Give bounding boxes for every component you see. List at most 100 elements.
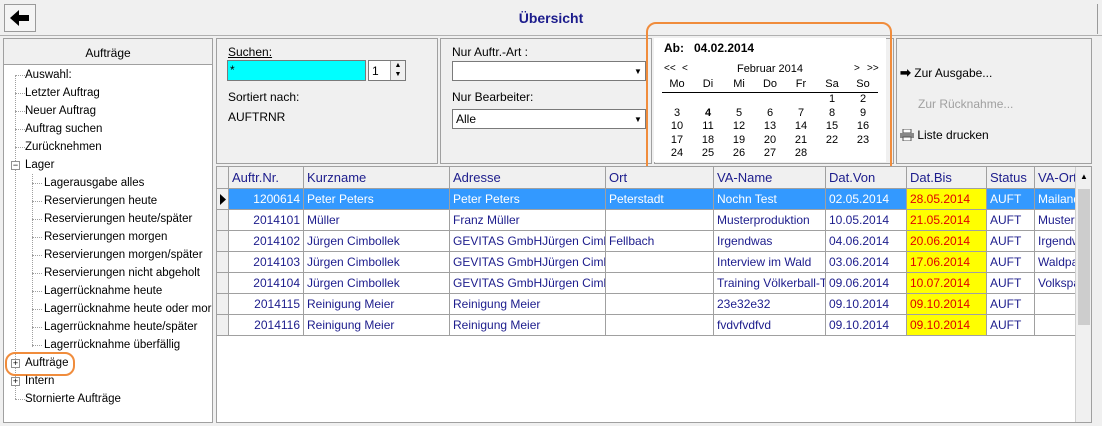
table-cell[interactable]: Musterproduktion [714,210,826,231]
tree-item-reservierungen-heute[interactable]: Reservierungen heute [44,192,157,210]
table-row[interactable]: 1200614 Peter Peters Peter Peters Peterstad… [217,189,1085,210]
table-row[interactable]: 2014101 Müller Franz Müller Musterproduktio… [217,210,1085,231]
table-cell[interactable]: 23e32e32 [714,294,826,315]
table-cell[interactable] [606,315,714,336]
expand-icon[interactable]: + [11,377,20,386]
tree-item-stornierte-auftraege[interactable]: Stornierte Aufträge [25,390,121,408]
table-cell[interactable]: Franz Müller [450,210,606,231]
table-row[interactable]: 2014115 Reinigung Meier Reinigung Meier 23e… [217,294,1085,315]
table-cell[interactable]: Peterstadt [606,189,714,210]
table-cell[interactable]: fvdvfvdfvd [714,315,826,336]
row-selector[interactable] [217,252,229,273]
liste-drucken-button[interactable]: Liste drucken [900,128,989,142]
dropdown-arrow-icon[interactable]: ▼ [631,62,645,80]
table-cell[interactable]: Training Völkerball-Team [714,273,826,294]
table-cell[interactable]: Jürgen Cimbollek [304,231,450,252]
table-cell[interactable]: Jürgen Cimbollek [304,273,450,294]
search-input[interactable]: * [227,60,366,81]
table-cell[interactable] [606,273,714,294]
table-cell[interactable]: 17.06.2014 [907,252,987,273]
tree-item-auftrag-suchen[interactable]: Auftrag suchen [25,120,102,138]
bearbeiter-filter-select[interactable]: Alle ▼ [452,109,646,129]
table-cell[interactable]: Irgendwas [714,231,826,252]
table-cell[interactable] [606,210,714,231]
table-cell[interactable] [606,294,714,315]
tree-item-auswahl[interactable]: Auswahl: [25,66,72,84]
column-header[interactable]: Auftr.Nr. [229,167,304,189]
column-header[interactable]: Dat.Bis [907,167,987,189]
table-cell[interactable]: Nochn Test [714,189,826,210]
tree-item-lagerruecknahme-heute-spaeter[interactable]: Lagerrücknahme heute/später [44,318,212,336]
table-cell[interactable]: Interview im Wald [714,252,826,273]
table-cell[interactable]: AUFT [987,315,1035,336]
spinner-arrows-icon[interactable]: ▲ ▼ [390,61,405,80]
table-cell[interactable]: AUFT [987,210,1035,231]
table-cell[interactable]: 09.10.2014 [907,294,987,315]
column-header[interactable]: Kurzname [304,167,450,189]
table-cell[interactable]: GEVITAS GmbHJürgen Cimbollek [450,273,606,294]
table-cell[interactable]: 09.10.2014 [826,294,907,315]
table-cell[interactable]: 2014101 [229,210,304,231]
table-row[interactable]: 2014116 Reinigung Meier Reinigung Meier fvd… [217,315,1085,336]
tree-item-lagerruecknahme-heute-morgen[interactable]: Lagerrücknahme heute oder morgen [44,300,212,318]
table-cell[interactable]: AUFT [987,231,1035,252]
tree-item-reservierungen-morgen[interactable]: Reservierungen morgen [44,228,167,246]
table-cell[interactable]: 2014102 [229,231,304,252]
table-cell[interactable]: 2014116 [229,315,304,336]
table-cell[interactable]: Fellbach [606,231,714,252]
column-header[interactable]: Ort [606,167,714,189]
table-cell[interactable]: Müller [304,210,450,231]
table-cell[interactable]: Peter Peters [450,189,606,210]
zur-ausgabe-button[interactable]: ➡ Zur Ausgabe... [900,65,992,81]
row-pointer-icon[interactable] [217,189,229,210]
table-cell[interactable]: Peter Peters [304,189,450,210]
page-spinner[interactable]: 1 ▲ ▼ [368,60,406,81]
tree-item-zuruecknehmen[interactable]: Zurücknehmen [25,138,102,156]
tree-item-lager[interactable]: Lager [25,156,54,174]
table-row[interactable]: 2014104 Jürgen Cimbollek GEVITAS GmbHJürge… [217,273,1085,294]
tree-item-neuer-auftrag[interactable]: Neuer Auftrag [25,102,96,120]
table-cell[interactable]: AUFT [987,252,1035,273]
row-selector[interactable] [217,315,229,336]
table-cell[interactable]: 21.05.2014 [907,210,987,231]
table-cell[interactable]: 28.05.2014 [907,189,987,210]
table-cell[interactable]: GEVITAS GmbHJürgen Cimbollek [450,252,606,273]
table-cell[interactable]: GEVITAS GmbHJürgen Cimbollek [450,231,606,252]
tree-item-letzter-auftrag[interactable]: Letzter Auftrag [25,84,100,102]
table-cell[interactable]: Jürgen Cimbollek [304,252,450,273]
table-cell[interactable]: Reinigung Meier [450,294,606,315]
scrollbar-thumb[interactable] [1078,189,1090,325]
table-cell[interactable]: Reinigung Meier [304,294,450,315]
table-cell[interactable]: 04.06.2014 [826,231,907,252]
table-cell[interactable]: 2014115 [229,294,304,315]
tree-item-lagerruecknahme-heute[interactable]: Lagerrücknahme heute [44,282,162,300]
row-selector[interactable] [217,294,229,315]
vertical-scrollbar[interactable]: ▲ [1075,167,1091,422]
table-row[interactable]: 2014102 Jürgen Cimbollek GEVITAS GmbHJürge… [217,231,1085,252]
row-selector[interactable] [217,231,229,252]
table-cell[interactable]: 03.06.2014 [826,252,907,273]
table-cell[interactable]: 2014103 [229,252,304,273]
column-header[interactable]: Status [987,167,1035,189]
table-cell[interactable]: 10.05.2014 [826,210,907,231]
table-cell[interactable]: 02.05.2014 [826,189,907,210]
table-cell[interactable]: 1200614 [229,189,304,210]
column-header[interactable]: Dat.Von [826,167,907,189]
tree-item-intern[interactable]: Intern [25,372,54,390]
table-cell[interactable]: 2014104 [229,273,304,294]
column-header[interactable]: VA-Name [714,167,826,189]
table-row[interactable]: 2014103 Jürgen Cimbollek GEVITAS GmbHJürge… [217,252,1085,273]
table-cell[interactable]: AUFT [987,294,1035,315]
column-header[interactable]: Adresse [450,167,606,189]
zur-ruecknahme-button[interactable]: Zur Rücknahme... [918,97,1013,111]
row-selector[interactable] [217,273,229,294]
table-cell[interactable]: 10.07.2014 [907,273,987,294]
table-cell[interactable]: AUFT [987,189,1035,210]
table-cell[interactable]: 09.06.2014 [826,273,907,294]
table-cell[interactable]: Reinigung Meier [304,315,450,336]
tree-item-reservierungen-heute-spaeter[interactable]: Reservierungen heute/später [44,210,192,228]
collapse-icon[interactable]: − [11,161,20,170]
table-cell[interactable]: 20.06.2014 [907,231,987,252]
tree-item-reservierungen-nicht-abgeholt[interactable]: Reservierungen nicht abgeholt [44,264,212,282]
art-filter-select[interactable]: ▼ [452,61,646,81]
